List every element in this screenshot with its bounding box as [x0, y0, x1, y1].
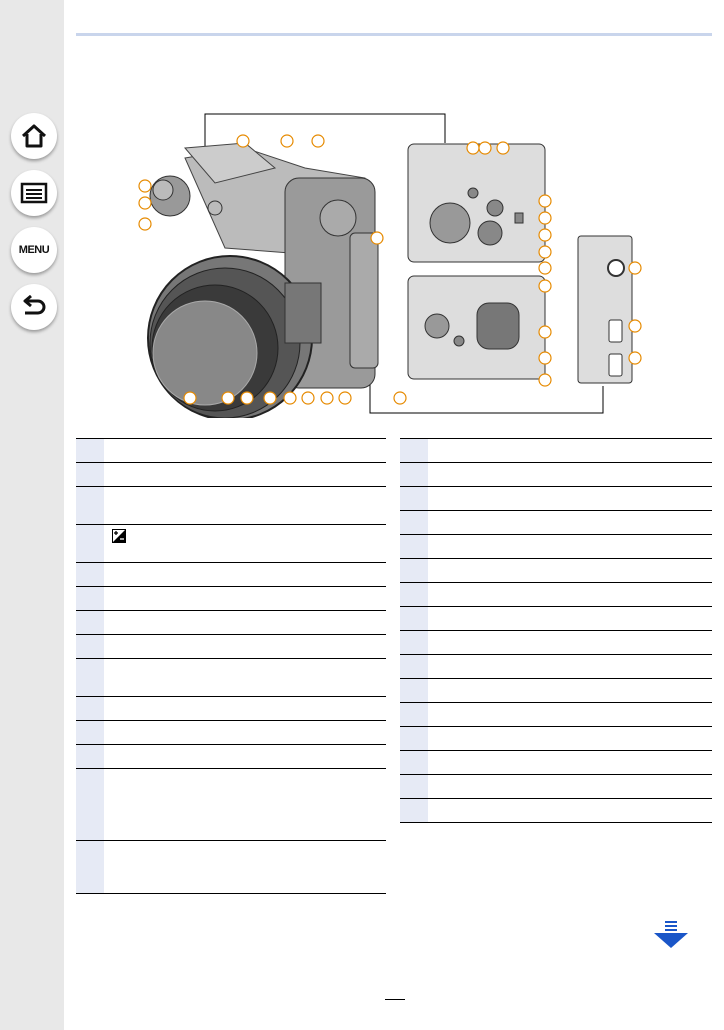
- number-cell: [400, 535, 428, 558]
- number-cell: [400, 727, 428, 750]
- table-row: [76, 769, 386, 841]
- table-row: [400, 559, 712, 583]
- number-cell: [76, 487, 104, 524]
- table-row: [76, 635, 386, 659]
- number-cell: [76, 611, 104, 634]
- table-row: [76, 745, 386, 769]
- number-cell: [76, 769, 104, 840]
- number-cell: [400, 703, 428, 726]
- number-cell: [400, 511, 428, 534]
- number-cell: [76, 563, 104, 586]
- number-cell: [76, 697, 104, 720]
- camera-top-detail: [407, 143, 546, 263]
- number-cell: [76, 525, 104, 562]
- menu-label: MENU: [18, 244, 50, 256]
- table-row: [400, 799, 712, 823]
- number-cell: [76, 745, 104, 768]
- table-of-contents-icon: [20, 182, 48, 204]
- table-row: [400, 775, 712, 799]
- table-row: [400, 631, 712, 655]
- number-cell: [76, 841, 104, 893]
- camera-parts-diagram: [138, 113, 642, 418]
- table-row: [76, 439, 386, 463]
- table-row: [400, 655, 712, 679]
- number-cell: [76, 439, 104, 462]
- menu-button[interactable]: MENU: [11, 227, 57, 273]
- exposure-compensation-icon: [112, 529, 126, 543]
- home-button[interactable]: [11, 113, 57, 159]
- camera-front-illustration: [147, 142, 379, 418]
- page-number-rule: [385, 999, 405, 1000]
- sidebar: MENU: [0, 0, 64, 1030]
- number-cell: [76, 587, 104, 610]
- table-row: [400, 487, 712, 511]
- table-row: [76, 697, 386, 721]
- camera-side-terminals: [577, 235, 633, 384]
- table-row: [400, 727, 712, 751]
- parts-table-left: [76, 438, 386, 894]
- table-row: [400, 511, 712, 535]
- number-cell: [400, 679, 428, 702]
- number-cell: [76, 463, 104, 486]
- number-cell: [400, 487, 428, 510]
- table-row: [400, 439, 712, 463]
- table-row: [400, 679, 712, 703]
- next-page-arrow-icon[interactable]: [652, 921, 690, 949]
- number-cell: [400, 463, 428, 486]
- table-row: [76, 841, 386, 894]
- number-cell: [400, 775, 428, 798]
- number-cell: [400, 583, 428, 606]
- table-row: [76, 563, 386, 587]
- number-cell: [76, 659, 104, 696]
- number-cell: [76, 721, 104, 744]
- table-row: [400, 703, 712, 727]
- parts-table-right: [400, 438, 712, 823]
- table-row: [76, 487, 386, 525]
- return-arrow-icon: [23, 295, 46, 315]
- number-cell: [400, 439, 428, 462]
- table-row: [76, 721, 386, 745]
- table-row: [400, 607, 712, 631]
- table-row: [76, 525, 386, 563]
- header-rule: [76, 33, 712, 36]
- back-button[interactable]: [11, 284, 57, 330]
- table-of-contents-button[interactable]: [11, 170, 57, 216]
- table-row: [76, 587, 386, 611]
- table-row: [76, 659, 386, 697]
- number-cell: [400, 655, 428, 678]
- table-row: [400, 535, 712, 559]
- table-row: [400, 751, 712, 775]
- table-row: [400, 463, 712, 487]
- number-cell: [400, 607, 428, 630]
- home-icon: [21, 124, 47, 148]
- table-row: [76, 611, 386, 635]
- number-cell: [400, 631, 428, 654]
- table-row: [400, 583, 712, 607]
- camera-rear-detail: [407, 275, 546, 380]
- number-cell: [400, 559, 428, 582]
- number-cell: [76, 635, 104, 658]
- number-cell: [400, 751, 428, 774]
- table-row: [76, 463, 386, 487]
- number-cell: [400, 799, 428, 822]
